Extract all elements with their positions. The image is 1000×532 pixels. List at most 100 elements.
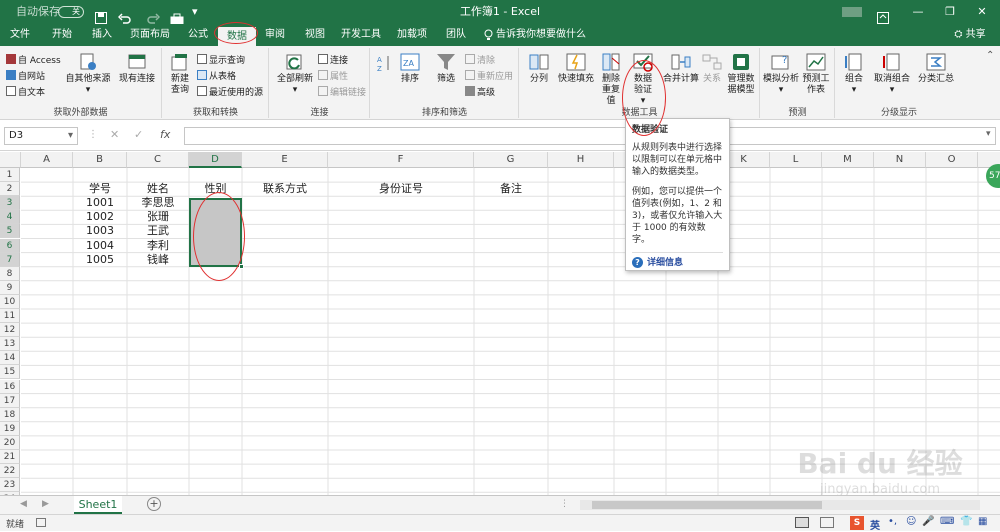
ungroup-button[interactable]: 取消组合 ▾ [870,52,914,96]
page-layout-view-icon[interactable] [820,517,834,528]
reapply-button[interactable]: 重新应用 [465,70,513,83]
row-header-14[interactable]: 14 [0,351,20,366]
tab-team[interactable]: 团队 [440,24,472,46]
macro-record-icon[interactable] [36,518,46,527]
column-header-c[interactable]: C [127,152,189,168]
row-header-12[interactable]: 12 [0,323,20,338]
tab-view[interactable]: 视图 [298,24,332,46]
row-header-11[interactable]: 11 [0,309,20,324]
share-button[interactable]: ⛭ 共享 [944,24,996,46]
name-box[interactable]: D3 ▾ [4,127,78,145]
show-queries-button[interactable]: 显示查询 [197,54,245,67]
cell-student-name[interactable]: 李利 [127,239,189,253]
insert-function-icon[interactable]: fx [160,128,170,141]
select-all-corner[interactable] [0,152,21,168]
row-header-3[interactable]: 3 [0,196,20,211]
row-header-6[interactable]: 6 [0,238,20,253]
cell-student-name[interactable]: 张珊 [127,210,189,224]
horizontal-scroll-thumb[interactable] [592,501,822,509]
row-header-16[interactable]: 16 [0,379,20,394]
flash-fill-button[interactable]: 快速填充 [556,52,596,85]
text-to-columns-button[interactable]: 分列 [524,52,554,85]
row-header-17[interactable]: 17 [0,393,20,408]
column-header-d[interactable]: D [189,152,242,168]
tab-addins[interactable]: 加载项 [392,24,432,46]
manage-data-model-button[interactable]: 管理数据模型 [724,52,758,96]
row-header-18[interactable]: 18 [0,407,20,422]
formula-input[interactable] [184,127,996,145]
tab-developer[interactable]: 开发工具 [338,24,384,46]
row-header-8[interactable]: 8 [0,266,20,281]
tab-file[interactable]: 文件 [4,24,36,46]
from-web-button[interactable]: 自网站 [6,70,45,83]
cell-student-name[interactable]: 李思思 [127,196,189,210]
header-cell-c[interactable]: 姓名 [127,182,189,196]
horizontal-scrollbar[interactable] [580,500,980,510]
cell-student-id[interactable]: 1005 [73,253,127,267]
minimize-button[interactable]: — [908,0,928,24]
tab-review[interactable]: 审阅 [258,24,292,46]
row-header-4[interactable]: 4 [0,210,20,225]
add-sheet-icon[interactable]: + [147,497,161,511]
row-header-23[interactable]: 23 [0,478,20,493]
skin-icon[interactable]: 👕 [960,516,972,527]
row-header-1[interactable]: 1 [0,168,20,183]
recent-sources-button[interactable]: 最近使用的源 [197,86,263,99]
tab-insert[interactable]: 插入 [84,24,120,46]
consolidate-button[interactable]: 合并计算 [662,52,700,85]
collapse-ribbon-icon[interactable]: ⌃ [986,50,994,61]
column-header-g[interactable]: G [474,152,548,168]
filter-button[interactable]: 筛选 [431,52,461,85]
cell-student-id[interactable]: 1004 [73,239,127,253]
header-cell-f[interactable]: 身份证号 [328,182,474,196]
header-cell-e[interactable]: 联系方式 [242,182,328,196]
tab-page-layout[interactable]: 页面布局 [125,24,175,46]
tools-grid-icon[interactable]: ▦ [978,516,987,527]
sogou-ime-icon[interactable]: S [850,516,864,530]
expand-formula-icon[interactable]: ▾ [986,129,991,139]
tooltip-more-info-link[interactable]: ? 详细信息 [632,257,723,269]
column-header-f[interactable]: F [328,152,474,168]
ime-punct-icon[interactable]: •, [888,516,897,527]
ime-language[interactable]: 英 [870,517,880,532]
cancel-entry-icon[interactable]: ✕ [110,128,119,141]
row-header-15[interactable]: 15 [0,365,20,380]
new-query-button[interactable]: 新建查询 [165,52,195,96]
column-header-o[interactable]: O [926,152,978,168]
column-header-m[interactable]: M [822,152,874,168]
row-header-22[interactable]: 22 [0,464,20,479]
row-header-10[interactable]: 10 [0,294,20,309]
column-header-n[interactable]: N [874,152,926,168]
restore-button[interactable]: ❐ [940,0,960,24]
keyboard-icon[interactable]: ⌨ [940,516,954,527]
cell-student-name[interactable]: 王武 [127,224,189,238]
fill-handle[interactable] [239,264,244,269]
row-header-21[interactable]: 21 [0,450,20,465]
column-header-e[interactable]: E [242,152,328,168]
sheet-tab-sheet1[interactable]: Sheet1 [74,496,122,515]
what-if-analysis-button[interactable]: ? 模拟分析 ▾ [763,52,799,96]
cell-student-name[interactable]: 钱峰 [127,253,189,267]
emoji-icon[interactable]: ☺ [906,516,916,527]
tell-me-search[interactable]: 告诉我你想要做什么 [496,24,620,46]
subtotal-button[interactable]: 分类汇总 [914,52,958,85]
header-cell-b[interactable]: 学号 [73,182,127,196]
other-sources-button[interactable]: 自其他来源 ▾ [64,52,112,96]
account-avatar[interactable] [842,7,862,17]
column-header-b[interactable]: B [73,152,127,168]
confirm-entry-icon[interactable]: ✓ [134,128,143,141]
row-header-2[interactable]: 2 [0,182,20,197]
column-header-a[interactable]: A [21,152,73,168]
sheet-scroll-splitter-icon[interactable]: ⋮ [560,499,569,509]
group-button[interactable]: 组合 ▾ [838,52,870,96]
sheet-next-icon[interactable]: ▶ [42,499,49,509]
cell-student-id[interactable]: 1001 [73,196,127,210]
microphone-icon[interactable]: 🎤 [922,516,934,527]
existing-connections-button[interactable]: 现有连接 [116,52,158,85]
relationships-button[interactable]: 关系 [700,52,724,85]
clear-filter-button[interactable]: 清除 [465,54,495,67]
row-header-19[interactable]: 19 [0,421,20,436]
row-header-7[interactable]: 7 [0,252,20,267]
cell-student-id[interactable]: 1002 [73,210,127,224]
forecast-sheet-button[interactable]: 预测工作表 [799,52,833,96]
